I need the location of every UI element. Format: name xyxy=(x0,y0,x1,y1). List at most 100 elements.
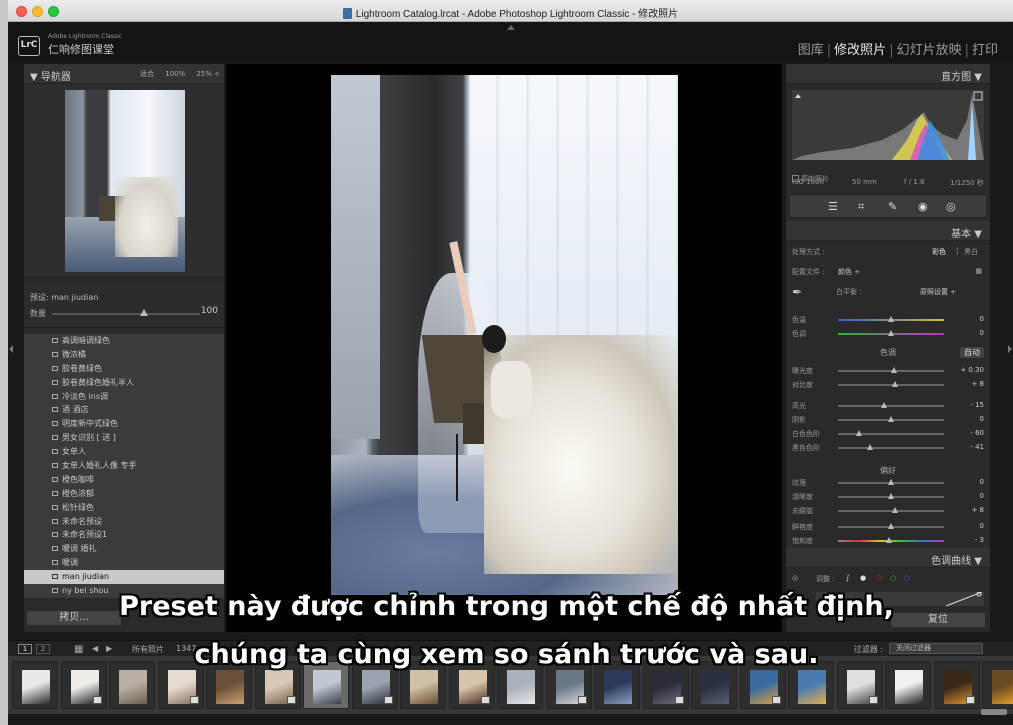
preset-item[interactable]: 冷淡色 ins调 xyxy=(24,390,224,404)
amount-value[interactable]: 100 xyxy=(201,306,218,316)
vibrance-value[interactable]: 0 xyxy=(980,522,984,530)
preset-item[interactable]: 胶卷黄绿色婚礼半人 xyxy=(24,376,224,390)
preset-name: 胶卷黄绿色婚礼半人 xyxy=(62,377,134,387)
point-curve-white-icon[interactable]: ● xyxy=(860,574,866,582)
preset-name: 酒 酒店 xyxy=(62,405,89,415)
zoom-fit[interactable]: 适合 xyxy=(140,70,154,78)
contrast-value[interactable]: + 8 xyxy=(971,380,984,388)
module-library[interactable]: 图库 xyxy=(795,43,827,58)
module-slideshow[interactable]: 幻灯片放映 xyxy=(894,43,965,58)
contrast-slider-track[interactable] xyxy=(838,384,944,386)
saturation-slider-knob[interactable] xyxy=(885,537,892,543)
preset-item[interactable]: 暖调 婚礼 xyxy=(24,542,224,556)
eyedropper-icon[interactable]: ✒ xyxy=(792,285,802,299)
tint-value[interactable]: 0 xyxy=(980,329,984,337)
dehaze-slider-track[interactable] xyxy=(838,510,944,512)
module-develop[interactable]: 修改照片 xyxy=(831,43,889,58)
dehaze-value[interactable]: + 8 xyxy=(971,506,984,514)
target-adjust-icon[interactable]: ◎ xyxy=(792,574,798,582)
clarity-value[interactable]: 0 xyxy=(980,492,984,500)
preset-item[interactable]: 橙色咖啡 xyxy=(24,473,224,487)
preset-item[interactable]: 微浓橘 xyxy=(24,348,224,362)
preset-item[interactable]: 暖调 xyxy=(24,556,224,570)
exposure-slider-knob[interactable] xyxy=(891,367,898,373)
dehaze-slider-knob[interactable] xyxy=(892,507,899,513)
edit-sliders-icon[interactable]: ☰ xyxy=(828,200,838,213)
preset-item[interactable]: 女单人 xyxy=(24,445,224,459)
preset-name: 暖调 婚礼 xyxy=(62,544,97,554)
red-eye-icon[interactable]: ◉ xyxy=(918,200,928,213)
whites-value[interactable]: - 60 xyxy=(970,429,984,437)
preset-item[interactable]: 明度新中式绿色 xyxy=(24,417,224,431)
auto-tone-button[interactable]: 自动 xyxy=(960,347,984,358)
preset-item[interactable]: 胶卷黄绿色 xyxy=(24,362,224,376)
histogram-header[interactable]: 直方图 ▼ xyxy=(786,64,990,84)
point-curve-green-icon[interactable]: ○ xyxy=(890,574,896,582)
blacks-value[interactable]: - 41 xyxy=(970,443,984,451)
point-curve-blue-icon[interactable]: ○ xyxy=(904,574,910,582)
navigator-preview[interactable] xyxy=(24,84,224,278)
original-photo-toggle[interactable]: 原始照片 xyxy=(792,174,829,184)
blacks-slider-knob[interactable] xyxy=(866,444,873,450)
amount-slider-track[interactable] xyxy=(52,313,200,315)
texture-value[interactable]: 0 xyxy=(980,478,984,486)
texture-slider-knob[interactable] xyxy=(888,479,894,485)
masking-icon[interactable]: ◎ xyxy=(946,200,956,213)
parametric-curve-icon[interactable]: ∫ xyxy=(846,574,850,582)
profile-browser-icon[interactable]: ▦ xyxy=(975,267,982,275)
shadow-clipping-icon[interactable] xyxy=(795,94,801,98)
amount-slider-knob[interactable] xyxy=(139,309,148,316)
top-panel-toggle-icon[interactable] xyxy=(507,25,515,30)
healing-icon[interactable]: ✎ xyxy=(888,200,897,213)
preset-item[interactable]: 松针绿色 xyxy=(24,501,224,515)
shadows-slider-knob[interactable] xyxy=(888,416,894,422)
main-photo[interactable] xyxy=(331,75,678,595)
highlights-slider-knob[interactable] xyxy=(880,402,887,408)
wb-dropdown[interactable]: 原照设置 ÷ xyxy=(920,287,956,297)
checkbox-icon[interactable] xyxy=(792,175,799,182)
exposure-value[interactable]: + 0.30 xyxy=(960,366,984,374)
whites-slider-track[interactable] xyxy=(838,433,944,435)
preset-item[interactable]: 女单人婚礼人像 专手 xyxy=(24,459,224,473)
preset-item[interactable]: 未命名预设1 xyxy=(24,528,224,542)
highlight-clipping-icon[interactable] xyxy=(973,91,983,101)
tone-curve-header[interactable]: 色调曲线 ▼ xyxy=(786,548,990,568)
whites-slider-knob[interactable] xyxy=(856,430,863,436)
temp-slider-knob[interactable] xyxy=(888,316,894,322)
preset-item[interactable]: 橙色浓郁 xyxy=(24,487,224,501)
filmstrip-scrollbar[interactable] xyxy=(981,709,1007,715)
navigator-thumbnail[interactable] xyxy=(65,90,185,272)
right-panel-toggle-icon[interactable] xyxy=(1008,345,1012,353)
highlights-value[interactable]: - 15 xyxy=(970,401,984,409)
zoom-25[interactable]: 25% xyxy=(196,70,212,78)
shadows-value[interactable]: 0 xyxy=(980,415,984,423)
photo-canvas[interactable] xyxy=(226,64,782,632)
preset-item[interactable]: 男女识别 [ 送 ] xyxy=(24,431,224,445)
profile-dropdown[interactable]: 颜色 ÷ xyxy=(838,267,860,277)
crop-icon[interactable]: ⌗ xyxy=(858,200,864,214)
histogram-title: 直方图 ▼ xyxy=(941,72,982,83)
highlights-slider-track[interactable] xyxy=(838,405,944,407)
contrast-slider-knob[interactable] xyxy=(892,381,899,387)
tint-slider-knob[interactable] xyxy=(888,330,894,336)
preset-item[interactable]: 高调暗调绿色 xyxy=(24,334,224,348)
left-panel-toggle-icon[interactable] xyxy=(9,345,13,353)
basic-header[interactable]: 基本 ▼ xyxy=(786,221,990,241)
blacks-slider-track[interactable] xyxy=(838,447,944,449)
histogram-graph[interactable] xyxy=(792,90,984,160)
treatment-bw[interactable]: 黑白 xyxy=(964,247,978,257)
preset-item[interactable]: 未命名预设 xyxy=(24,515,224,529)
navigator-header[interactable]: ▼ 导航器 适合 100% 25% ÷ xyxy=(24,64,224,84)
preset-item[interactable]: 酒 酒店 xyxy=(24,403,224,417)
preset-icon xyxy=(52,351,58,357)
saturation-value[interactable]: - 3 xyxy=(975,536,984,544)
treatment-color[interactable]: 彩色 xyxy=(932,247,946,257)
module-print[interactable]: 打印 xyxy=(969,43,1001,58)
point-curve-red-icon[interactable]: ○ xyxy=(876,574,882,582)
preset-item[interactable]: man jiudian xyxy=(24,570,224,585)
temp-value[interactable]: 0 xyxy=(980,315,984,323)
vibrance-slider-knob[interactable] xyxy=(888,523,894,529)
clarity-slider-knob[interactable] xyxy=(888,493,894,499)
zoom-100[interactable]: 100% xyxy=(165,70,185,78)
preset-name: 明度新中式绿色 xyxy=(62,419,118,429)
